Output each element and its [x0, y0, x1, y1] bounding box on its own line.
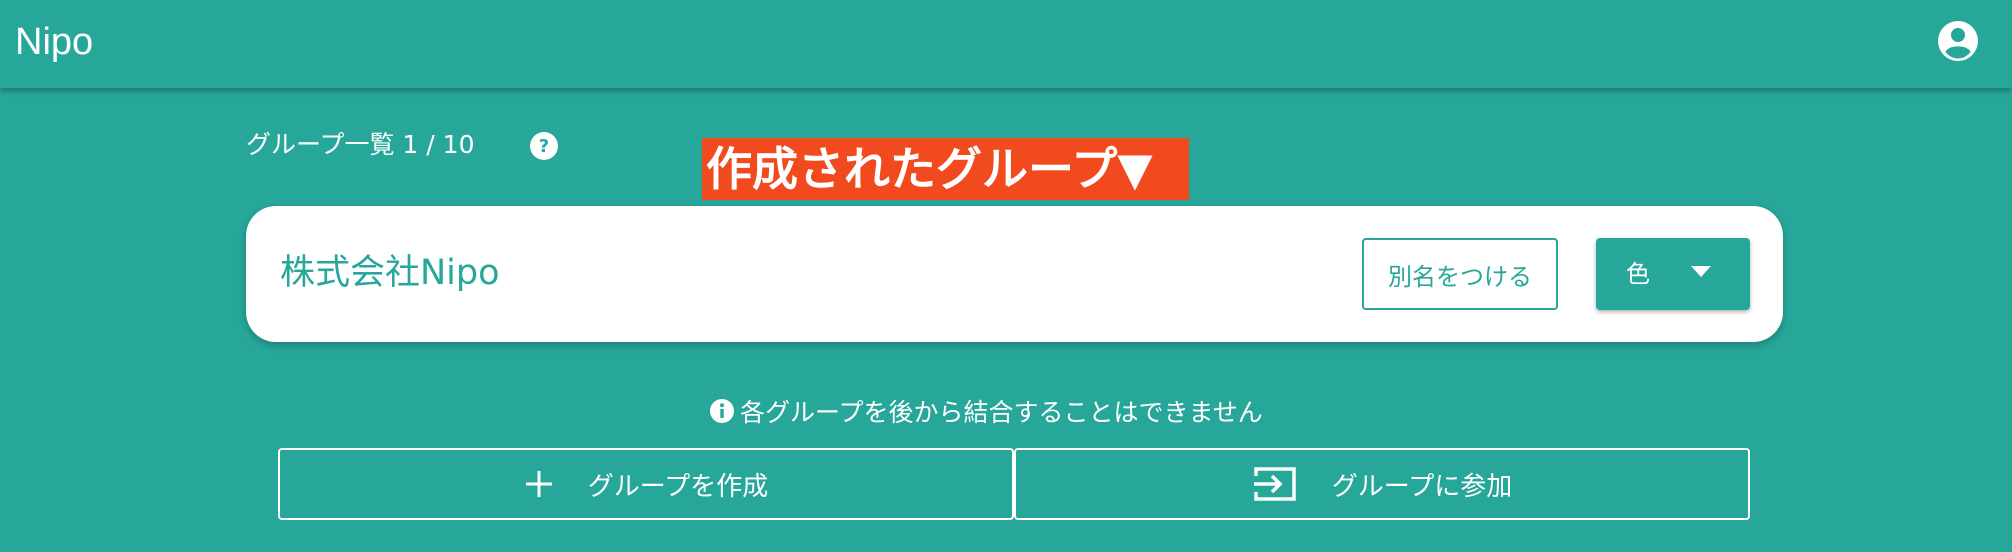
login-icon — [1252, 465, 1298, 503]
join-group-button[interactable]: グループに参加 — [1014, 448, 1750, 520]
create-group-button[interactable]: グループを作成 — [278, 448, 1014, 520]
group-count-label: グループ一覧 1 / 10 — [246, 130, 475, 159]
set-alias-button[interactable]: 別名をつける — [1362, 238, 1558, 310]
merge-notice-text: 各グループを後から結合することはできません — [740, 398, 1263, 427]
create-group-label: グループを作成 — [587, 471, 769, 502]
merge-notice: 各グループを後から結合することはできません — [708, 393, 1263, 429]
account-circle-icon — [1938, 21, 1978, 61]
info-circle-icon — [710, 399, 734, 423]
annotation-label: 作成されたグループ▼ — [702, 138, 1189, 200]
caret-down-icon — [1691, 266, 1711, 277]
color-select-button[interactable]: 色 — [1596, 238, 1750, 310]
group-name: 株式会社Nipo — [280, 253, 500, 293]
join-group-label: グループに参加 — [1331, 471, 1513, 502]
help-button[interactable]: ? — [528, 130, 560, 162]
group-card[interactable]: 株式会社Nipo 別名をつける 色 — [246, 206, 1783, 342]
help-circle-icon: ? — [530, 132, 558, 160]
svg-text:?: ? — [539, 136, 549, 157]
app-title: Nipo — [15, 21, 94, 63]
plus-icon — [524, 469, 554, 499]
app-bar: Nipo — [0, 0, 2012, 88]
color-select-label: 色 — [1626, 260, 1650, 288]
account-button[interactable] — [1935, 18, 1981, 64]
